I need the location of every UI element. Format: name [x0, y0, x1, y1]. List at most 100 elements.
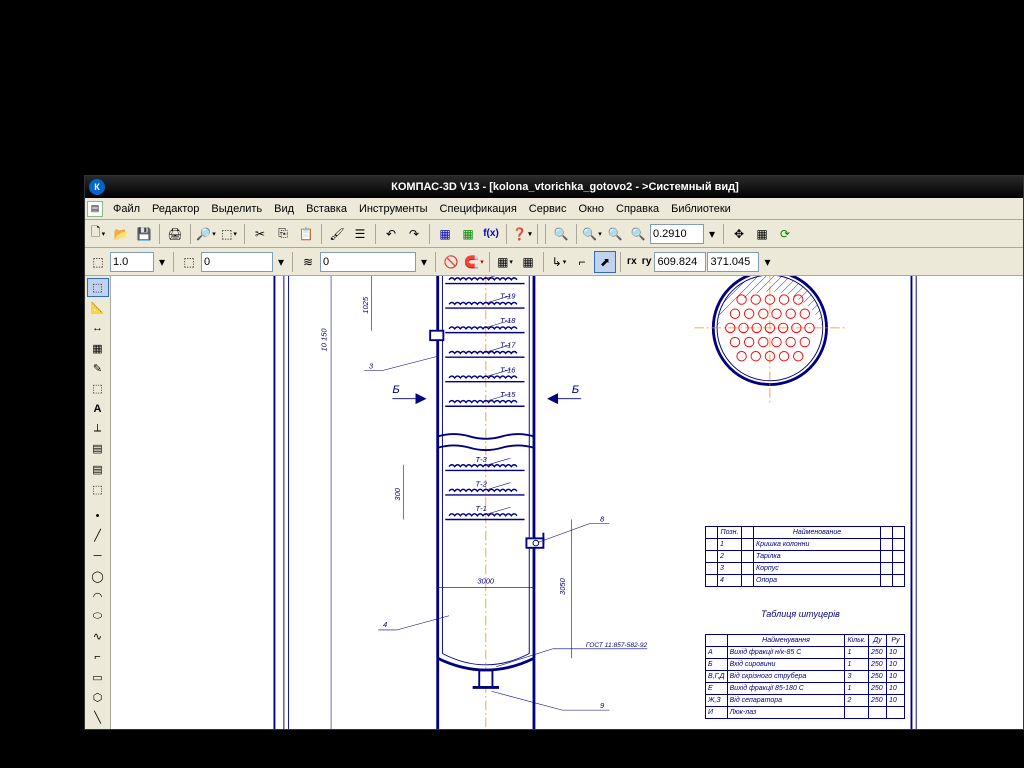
tool-text[interactable]: A	[87, 399, 109, 418]
tool-ellipse[interactable]: ⬭	[87, 607, 109, 626]
document-icon[interactable]: ▤	[87, 201, 103, 217]
grid-button[interactable]: ▦▾	[494, 251, 516, 273]
coord-dd[interactable]: ▾	[760, 251, 774, 273]
toolbar-status: ⬚ ▾ ⬚ ▾ ≋ ▾ 🚫 🧲▾ ▦▾ ▦ ↳▾ ⌐ ⬈ гх гy ▾	[85, 248, 1023, 276]
layer-dd[interactable]: ▾	[417, 251, 431, 273]
toolbar-main: 🗋▾ 📂 💾 🖨 🔎▾ ⬚▾ ✂ ⎘ 📋 🖌 ☰ ↶ ↷ ▦ ▦ f(x) ❓▾…	[85, 220, 1023, 248]
properties-button[interactable]: ⬚▾	[218, 223, 240, 245]
snap-button[interactable]: ⬚	[87, 251, 109, 273]
tool-measure[interactable]: ⟂	[87, 419, 109, 438]
preview-button[interactable]: 🔎▾	[195, 223, 217, 245]
step-input[interactable]	[110, 252, 154, 272]
tool-edit[interactable]: ✎	[87, 359, 109, 378]
menu-insert[interactable]: Вставка	[300, 201, 353, 217]
tool-insert[interactable]: ⬚	[87, 480, 109, 499]
layer-button[interactable]: ≋	[297, 251, 319, 273]
coord-x-label: гх	[627, 256, 637, 267]
state-dd[interactable]: ▾	[274, 251, 288, 273]
state-button[interactable]: ⬚	[178, 251, 200, 273]
redo-button[interactable]: ↷	[403, 223, 425, 245]
svg-text:ГОСТ 11:857-582-92: ГОСТ 11:857-582-92	[586, 642, 648, 649]
zoom-input[interactable]	[650, 224, 704, 244]
svg-text:Т-17: Т-17	[500, 341, 516, 350]
round-button[interactable]: ⬈	[594, 251, 616, 273]
zoom-fit-button[interactable]: 🔍▾	[581, 223, 603, 245]
menu-window[interactable]: Окно	[572, 201, 610, 217]
tool-spline[interactable]: ∿	[87, 627, 109, 646]
menubar: ▤ Файл Редактор Выделить Вид Вставка Инс…	[85, 198, 1023, 220]
svg-text:Б: Б	[572, 384, 579, 396]
zoom-minus-button[interactable]: 🔍	[627, 223, 649, 245]
tool-aux[interactable]: ╱	[87, 526, 109, 545]
zoom-dd[interactable]: ▾	[705, 223, 719, 245]
menu-service[interactable]: Сервис	[523, 201, 573, 217]
menu-view[interactable]: Вид	[268, 201, 300, 217]
save-button[interactable]: 💾	[133, 223, 155, 245]
nozzle-table: НайменуванняКільк.ДуРy АВихід фракції н/…	[705, 634, 905, 719]
zoom-in-button[interactable]: 🔍	[550, 223, 572, 245]
tool-report[interactable]: ▤	[87, 460, 109, 479]
titlebar: К КОМПАС-3D V13 - [kolona_vtorichka_goto…	[85, 176, 1023, 198]
menu-editor[interactable]: Редактор	[146, 201, 205, 217]
coord-x-input[interactable]	[654, 252, 706, 272]
magnet-button[interactable]: 🧲▾	[463, 251, 485, 273]
zoom-plus-button[interactable]: 🔍	[604, 223, 626, 245]
undo-button[interactable]: ↶	[380, 223, 402, 245]
state-input[interactable]	[201, 252, 273, 272]
variables-button[interactable]: ▦	[457, 223, 479, 245]
refresh-button[interactable]: ⟳	[774, 223, 796, 245]
props2-button[interactable]: ☰	[349, 223, 371, 245]
app-window: К КОМПАС-3D V13 - [kolona_vtorichka_goto…	[84, 175, 1024, 730]
stop-button[interactable]: 🚫	[440, 251, 462, 273]
brush-button[interactable]: 🖌	[326, 223, 348, 245]
paste-button[interactable]: 📋	[295, 223, 317, 245]
svg-text:Т-2: Т-2	[475, 479, 487, 488]
copy-button[interactable]: ⎘	[272, 223, 294, 245]
tool-point[interactable]: •	[87, 506, 109, 525]
manager-button[interactable]: ▦	[434, 223, 456, 245]
tool-dim[interactable]: ↔	[87, 318, 109, 337]
help-button[interactable]: ❓▾	[511, 223, 533, 245]
menu-libraries[interactable]: Библиотеки	[665, 201, 737, 217]
menu-spec[interactable]: Спецификация	[434, 201, 523, 217]
cut-button[interactable]: ✂	[249, 223, 271, 245]
layer-input[interactable]	[320, 252, 416, 272]
tool-hatch[interactable]: ▦	[87, 339, 109, 358]
drawing-canvas[interactable]: Т-20 Т-19 Т-18 Т-17 Т-16 Т-15 Т-3 Т-2 Т-…	[111, 276, 1023, 729]
ortho-button[interactable]: ⌐	[571, 251, 593, 273]
tool-line[interactable]: 📐	[87, 298, 109, 317]
ucs-button[interactable]: ↳▾	[548, 251, 570, 273]
tool-chamfer[interactable]: ⌐	[87, 647, 109, 666]
tool-spec[interactable]: ▤	[87, 439, 109, 458]
print-button[interactable]: 🖨	[164, 223, 186, 245]
grid2-button[interactable]: ▦	[517, 251, 539, 273]
fx-button[interactable]: f(x)	[480, 223, 502, 245]
tool-param[interactable]: ⬚	[87, 379, 109, 398]
menu-help[interactable]: Справка	[610, 201, 665, 217]
menu-tools[interactable]: Инструменты	[353, 201, 434, 217]
new-button[interactable]: 🗋▾	[87, 223, 109, 245]
parts-table: Позн.Найменование 1Кришка колонни 2Таріл…	[705, 526, 905, 587]
rebuild-button[interactable]: ▦	[751, 223, 773, 245]
menu-file[interactable]: Файл	[107, 201, 146, 217]
svg-text:4: 4	[383, 620, 387, 629]
coord-y-label: гy	[642, 256, 652, 267]
step-dd[interactable]: ▾	[155, 251, 169, 273]
tool-segment[interactable]: ─	[87, 546, 109, 565]
svg-text:3000: 3000	[477, 577, 495, 586]
pan-button[interactable]: ✥	[728, 223, 750, 245]
tool-contour[interactable]: ⬡	[87, 688, 109, 707]
menu-select[interactable]: Выделить	[205, 201, 268, 217]
svg-text:3050: 3050	[558, 577, 567, 595]
coord-y-input[interactable]	[707, 252, 759, 272]
tool-arc[interactable]: ◠	[87, 587, 109, 606]
tool-equid[interactable]: ╲	[87, 708, 109, 727]
tool-circle[interactable]: ◯	[87, 567, 109, 586]
window-title: КОМПАС-3D V13 - [kolona_vtorichka_gotovo…	[111, 181, 1019, 193]
svg-text:Т-19: Т-19	[500, 292, 516, 301]
tool-select[interactable]: ⬚	[87, 278, 109, 297]
svg-text:Т-1: Т-1	[475, 504, 486, 513]
nozzle-table-title: Таблиця штуцерів	[761, 609, 840, 619]
tool-rect[interactable]: ▭	[87, 667, 109, 686]
open-button[interactable]: 📂	[110, 223, 132, 245]
